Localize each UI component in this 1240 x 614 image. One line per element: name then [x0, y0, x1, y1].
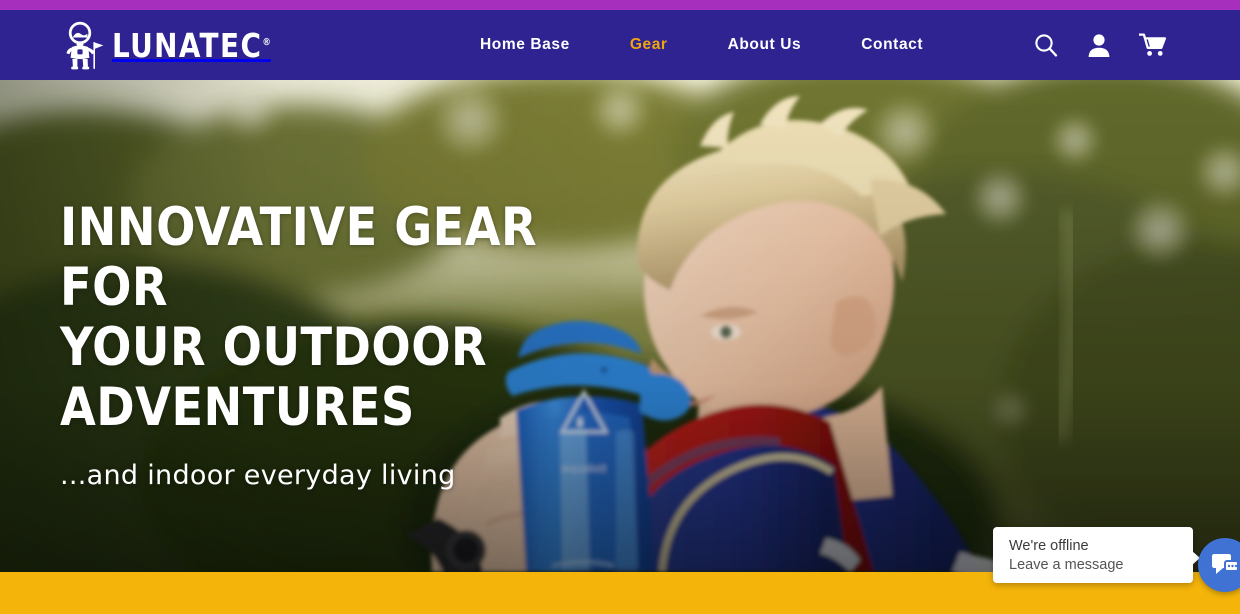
nav-link-gear[interactable]: Gear — [600, 36, 698, 54]
registered-mark: ® — [262, 36, 271, 48]
hero-banner: aquabot INNOVATIVE GEAR FOR YOUR OUTDOOR… — [0, 80, 1240, 572]
site-header: LUNATEC® Home Base Gear About Us Contact — [0, 10, 1240, 80]
brand-wordmark: LUNATEC® — [112, 25, 271, 65]
hero-headline-line-3: ADVENTURES — [60, 377, 415, 438]
chat-offline-card[interactable]: We're offline Leave a message — [993, 527, 1200, 583]
hero-headline-line-2: YOUR OUTDOOR — [60, 317, 488, 378]
brand-logo-link[interactable]: LUNATEC® — [60, 20, 281, 70]
chat-status-subtitle: Leave a message — [1009, 557, 1124, 573]
search-icon[interactable] — [1033, 32, 1059, 58]
shopping-cart-icon[interactable] — [1139, 32, 1168, 58]
nav-link-about-us[interactable]: About Us — [698, 36, 832, 54]
hero-subheadline: ...and indoor everyday living — [60, 460, 456, 491]
astronaut-logo-icon — [60, 20, 106, 70]
hero-headline: INNOVATIVE GEAR FOR YOUR OUTDOOR ADVENTU… — [60, 198, 603, 438]
chat-bubble-icon — [1211, 552, 1239, 578]
header-utility-icons — [1033, 32, 1168, 58]
hero-copy: INNOVATIVE GEAR FOR YOUR OUTDOOR ADVENTU… — [60, 198, 620, 492]
user-account-icon[interactable] — [1087, 32, 1111, 58]
primary-navigation: Home Base Gear About Us Contact — [480, 36, 953, 54]
chat-status-title: We're offline — [1009, 538, 1089, 554]
page-root: LUNATEC® Home Base Gear About Us Contact — [0, 0, 1240, 614]
top-accent-bar — [0, 0, 1240, 10]
nav-link-home-base[interactable]: Home Base — [480, 36, 600, 54]
nav-link-contact[interactable]: Contact — [831, 36, 953, 54]
hero-headline-line-1: INNOVATIVE GEAR FOR — [60, 197, 538, 318]
